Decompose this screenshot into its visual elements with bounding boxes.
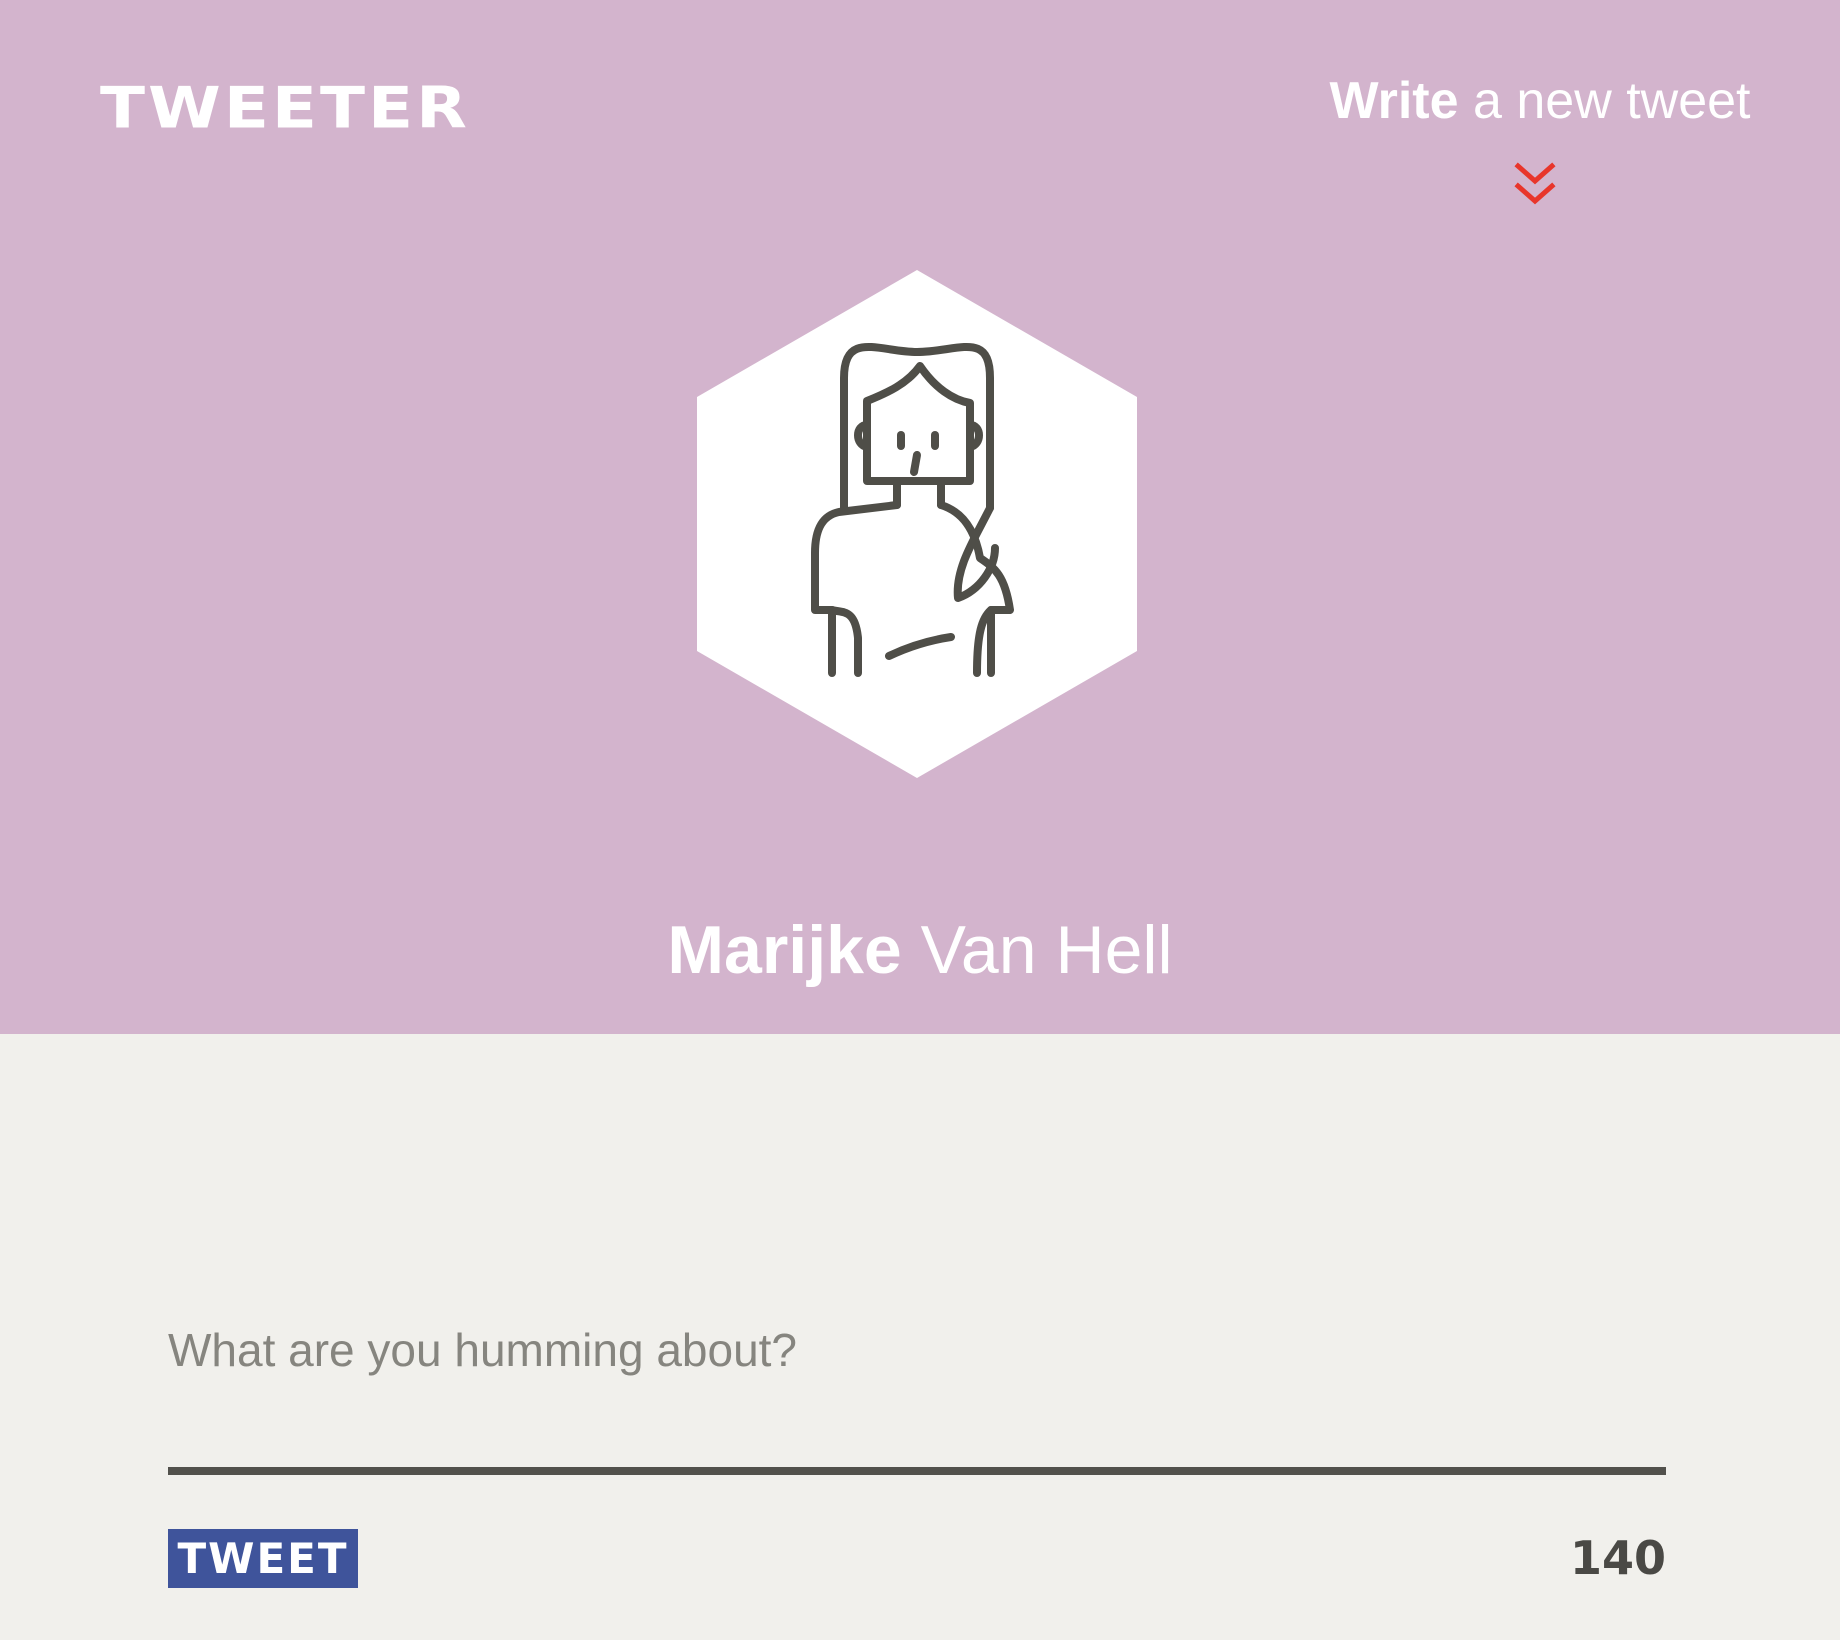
profile-name: Marijke Van Hell [520,905,1320,995]
tweet-input[interactable] [168,1305,1666,1395]
character-counter: 140 [1569,1531,1666,1585]
profile-header: TWEETER Write a new tweet Marijke Van He… [0,0,1840,1034]
write-link-rest: a new tweet [1458,72,1751,130]
input-underline [168,1467,1666,1475]
app-logo[interactable]: TWEETER [100,76,470,141]
profile-last-name: Van Hell [901,912,1173,988]
tweet-button[interactable]: TWEET [168,1529,358,1588]
profile-first-name: Marijke [667,912,902,988]
write-link-bold: Write [1329,72,1459,130]
double-chevron-down-icon[interactable] [1512,162,1558,212]
write-new-tweet-link[interactable]: Write a new tweet [1320,66,1760,136]
avatar [697,270,1137,778]
